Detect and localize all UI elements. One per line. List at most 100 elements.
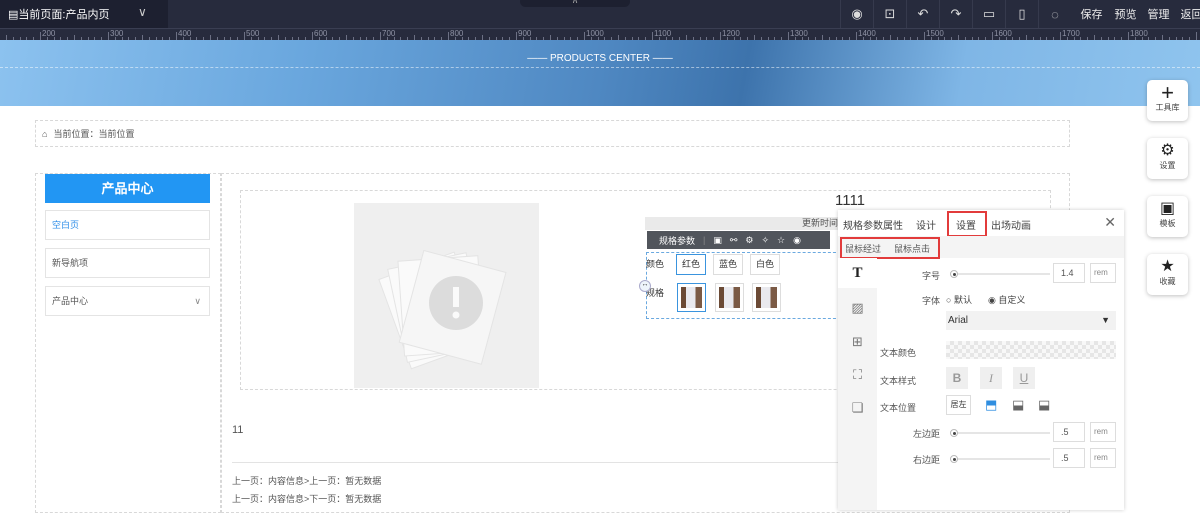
mobile-icon[interactable]: ▯ [1005, 0, 1038, 28]
ruler-tick [992, 32, 993, 40]
star-icon: ★ [1147, 258, 1188, 276]
left-margin-input[interactable]: .5 [1053, 422, 1085, 442]
edit-icon[interactable]: ▣ [713, 235, 722, 246]
underline-button[interactable]: U [1013, 367, 1035, 389]
gear-icon[interactable]: ⚙ [745, 235, 753, 246]
content-number: 11 [232, 424, 243, 436]
ruler-label: 1200 [722, 29, 740, 38]
right-margin-slider[interactable] [950, 458, 1050, 460]
ruler-tick [380, 32, 381, 40]
text-position-value[interactable]: 居左 [946, 395, 971, 415]
magic-icon[interactable]: ✧ [762, 235, 770, 246]
save-button[interactable]: 保存 [1075, 0, 1108, 28]
ruler: 2003004005006007008009001000110012001300… [0, 28, 1200, 40]
product-title: 1111 [800, 192, 900, 209]
font-default-radio[interactable]: ○ 默认 [946, 293, 972, 306]
manage-button[interactable]: 管理 [1142, 0, 1175, 28]
sidebar-item-label: 产品中心 [52, 296, 88, 306]
align-right-icon[interactable]: ⬓ [1038, 397, 1050, 413]
page-icon: ▤ [8, 8, 18, 21]
ruler-label: 1400 [858, 29, 876, 38]
unit-label: rem [1094, 268, 1108, 277]
bold-button[interactable]: B [946, 367, 968, 389]
left-margin-unit[interactable]: rem [1090, 422, 1116, 442]
right-margin-input[interactable]: .5 [1053, 448, 1085, 468]
ruler-label: 1600 [994, 29, 1012, 38]
right-margin-unit[interactable]: rem [1090, 448, 1116, 468]
text-color-label: 文本颜色 [866, 346, 916, 359]
background-icon[interactable]: ▨ [838, 300, 877, 316]
text-color-picker[interactable] [946, 341, 1116, 359]
right-margin-label: 右边距 [890, 453, 940, 466]
sidebar-item-blank[interactable]: 空白页 [45, 210, 210, 240]
ruler-tick [720, 32, 721, 40]
collapse-button[interactable]: ∧ [520, 0, 630, 7]
close-icon[interactable]: ✕ [1104, 214, 1116, 231]
redo-icon[interactable]: ↷ [939, 0, 972, 28]
toolbar-label: 规格参数 [659, 234, 695, 247]
star-icon[interactable]: ☆ [777, 235, 785, 246]
ruler-tick [108, 32, 109, 40]
prev-link[interactable]: 上一页：内容信息>上一页：暂无数据 [232, 474, 381, 487]
support-icon[interactable]: ◌ [1038, 0, 1071, 28]
sidebar-item-new-nav[interactable]: 新导航项 [45, 248, 210, 278]
eye-icon[interactable]: ◉ [793, 235, 801, 246]
tab-animation[interactable]: 出场动画 [991, 217, 1031, 232]
gears-icon: ⚙ [1147, 142, 1188, 160]
undo-icon[interactable]: ↶ [906, 0, 939, 28]
align-center-icon[interactable]: ⬓ [1012, 397, 1024, 413]
font-size-label: 字号 [890, 269, 940, 282]
divider [232, 462, 842, 463]
font-size-slider[interactable] [950, 273, 1050, 275]
ruler-tick [448, 32, 449, 40]
ruler-tick [312, 32, 313, 40]
left-margin-slider[interactable] [950, 432, 1050, 434]
ruler-label: 1800 [1130, 29, 1148, 38]
font-value: Arial [948, 315, 968, 326]
template-button[interactable]: ▣模板 [1147, 196, 1188, 237]
template-icon: ▣ [1147, 200, 1188, 218]
spec-thumbnail[interactable] [715, 283, 744, 312]
breadcrumb-text: 当前位置：当前位置 [53, 127, 134, 140]
back-button[interactable]: 返回 [1175, 0, 1200, 28]
link-icon[interactable]: ⚯ [730, 235, 738, 246]
breadcrumb: ⌂ 当前位置：当前位置 [35, 120, 1070, 147]
tool-label: 工具库 [1156, 103, 1180, 112]
ruler-label: 1100 [654, 29, 671, 38]
desktop-icon[interactable]: ▭ [972, 0, 1005, 28]
color-option-red[interactable]: 红色 [676, 254, 706, 275]
next-link[interactable]: 上一页：内容信息>下一页：暂无数据 [232, 492, 381, 505]
plus-icon: + [1147, 84, 1188, 102]
layout-icon[interactable]: ⊡ [873, 0, 906, 28]
toolbox-button[interactable]: +工具库 [1147, 80, 1188, 121]
text-position-label: 文本位置 [866, 401, 916, 414]
italic-button[interactable]: I [980, 367, 1002, 389]
settings-button[interactable]: ⚙设置 [1147, 138, 1188, 179]
banner: —— PRODUCTS CENTER —— [0, 40, 1200, 106]
tab-spec-properties[interactable]: 规格参数属性 [843, 217, 903, 232]
font-select[interactable]: Arial▼ [946, 311, 1116, 330]
preview-button[interactable]: 预览 [1109, 0, 1142, 28]
color-option-blue[interactable]: 蓝色 [713, 254, 743, 275]
align-left-icon[interactable]: ⬒ [985, 397, 997, 413]
chevron-down-icon: ∨ [138, 5, 147, 19]
text-icon[interactable]: T [838, 258, 877, 288]
tab-design[interactable]: 设计 [916, 217, 936, 232]
page-selector[interactable]: ▤ 当前页面:产品内页 ∨ [0, 0, 168, 28]
eye-icon[interactable]: ◉ [840, 0, 873, 28]
resize-handle[interactable]: ↔ [639, 280, 651, 292]
ruler-tick [584, 32, 585, 40]
ruler-tick [856, 32, 857, 40]
font-custom-radio[interactable]: ◉ 自定义 [988, 293, 1025, 306]
ruler-tick [1196, 32, 1197, 40]
favorites-button[interactable]: ★收藏 [1147, 254, 1188, 295]
color-option-white[interactable]: 白色 [750, 254, 780, 275]
highlight-box [947, 211, 987, 237]
ruler-tick [244, 32, 245, 40]
font-size-input[interactable]: 1.4 [1053, 263, 1085, 283]
spec-thumbnail[interactable] [752, 283, 781, 312]
font-size-unit[interactable]: rem [1090, 263, 1116, 283]
banner-title: PRODUCTS CENTER [550, 53, 650, 64]
spec-thumbnail[interactable] [677, 283, 706, 312]
sidebar-item-products[interactable]: 产品中心∨ [45, 286, 210, 316]
